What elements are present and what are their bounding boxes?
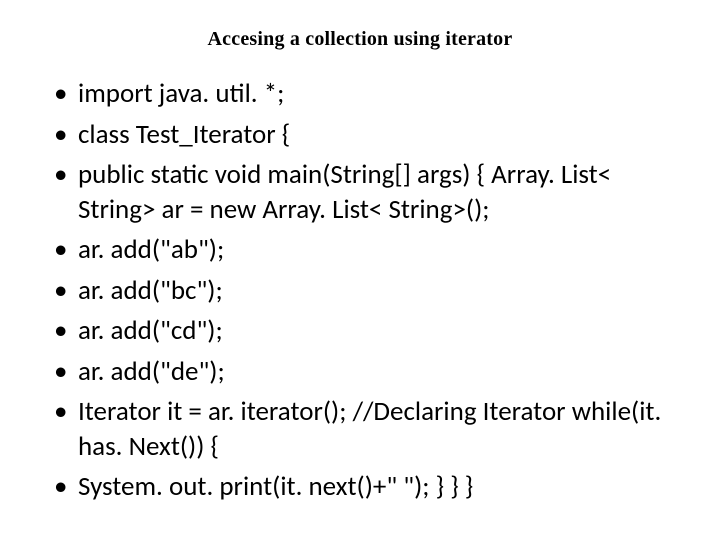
list-item: public static void main(String[] args) {… <box>50 158 680 227</box>
list-item: ar. add("de"); <box>50 355 680 390</box>
slide: Accesing a collection using iterator imp… <box>0 0 720 540</box>
bullet-list: import java. util. *; class Test_Iterato… <box>40 77 680 505</box>
list-item: class Test_Iterator { <box>50 118 680 153</box>
list-item: Iterator it = ar. iterator(); //Declarin… <box>50 395 680 464</box>
list-item: ar. add("ab"); <box>50 233 680 268</box>
slide-title: Accesing a collection using iterator <box>40 28 680 51</box>
list-item: System. out. print(it. next()+" "); } } … <box>50 470 680 505</box>
list-item: ar. add("cd"); <box>50 314 680 349</box>
list-item: import java. util. *; <box>50 77 680 112</box>
list-item: ar. add("bc"); <box>50 274 680 309</box>
